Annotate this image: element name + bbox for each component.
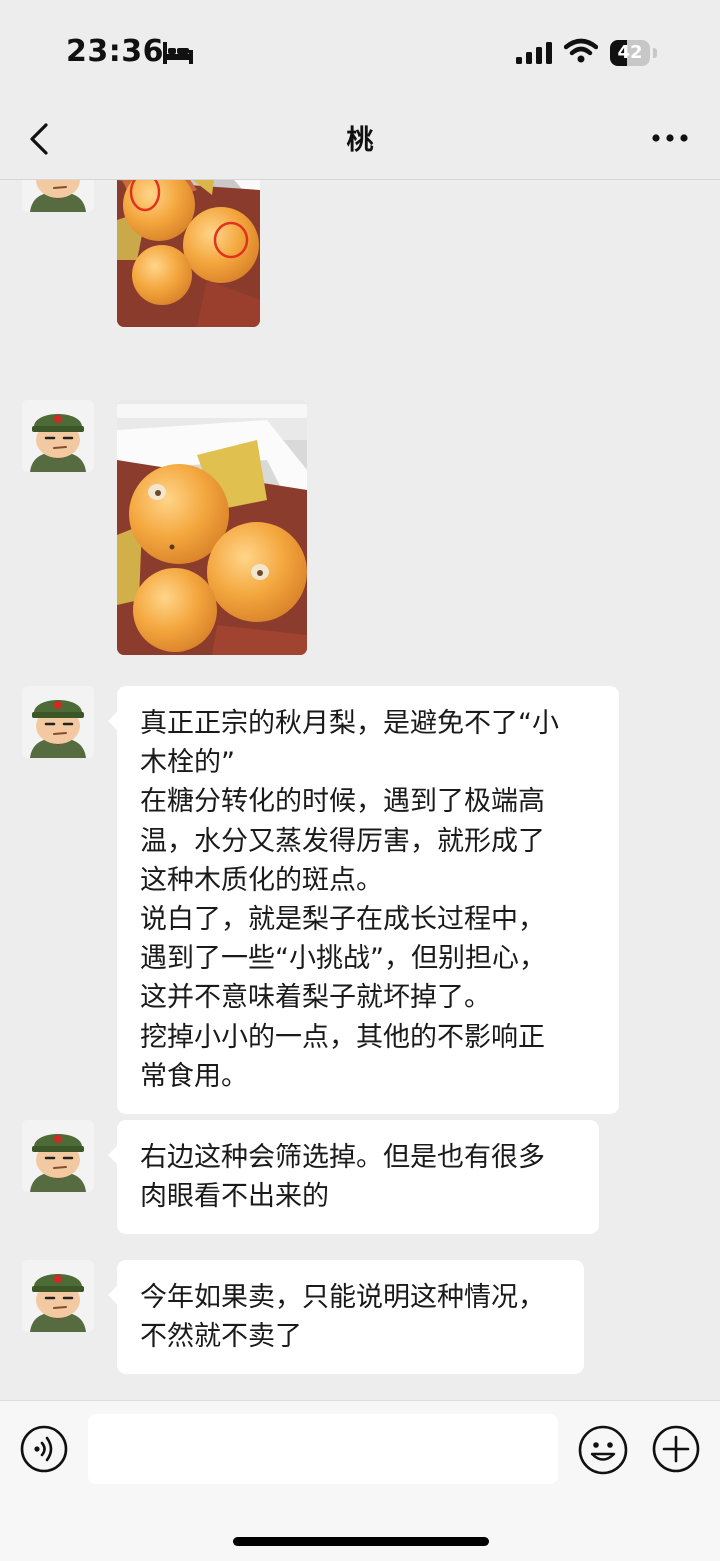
status-bar: 23:36 42 (0, 0, 720, 100)
battery-cap (653, 48, 657, 58)
contact-avatar[interactable] (22, 1260, 94, 1332)
contact-avatar[interactable] (22, 1120, 94, 1192)
battery-level: 42 (617, 42, 643, 63)
soldier-avatar-icon (22, 1120, 94, 1192)
pears-with-cork-spots-image (117, 400, 307, 655)
message-bubble[interactable]: 真正正宗的秋月梨，是避免不了“小 木栓的” 在糖分转化的时候，遇到了极端高 温，… (108, 686, 619, 1115)
soldier-avatar-icon (22, 400, 94, 472)
emoji-icon[interactable] (578, 1425, 628, 1475)
sleep-focus-icon (163, 42, 193, 64)
chat-header: 桃 (0, 100, 720, 180)
add-attachment-icon[interactable] (652, 1425, 700, 1473)
message-input[interactable] (88, 1414, 558, 1484)
voice-input-icon[interactable] (20, 1425, 68, 1473)
message-image-pears-spots[interactable] (117, 400, 307, 655)
contact-avatar[interactable] (22, 686, 94, 758)
soldier-avatar-icon (22, 180, 94, 212)
more-options-icon[interactable] (650, 130, 690, 146)
soldier-avatar-icon (22, 1260, 94, 1332)
message-image-pears-marked[interactable] (117, 180, 260, 327)
pears-with-circled-spots-image (117, 180, 260, 327)
contact-avatar[interactable] (22, 180, 94, 212)
cellular-signal-icon (516, 42, 552, 64)
chat-title: 桃 (346, 125, 374, 156)
status-time: 23:36 (66, 34, 164, 69)
input-bar (0, 1400, 720, 1561)
contact-avatar[interactable] (22, 400, 94, 472)
message-bubble[interactable]: 右边这种会筛选掉。但是也有很多 肉眼看不出来的 (108, 1120, 599, 1235)
soldier-avatar-icon (22, 686, 94, 758)
message-list[interactable]: 真正正宗的秋月梨，是避免不了“小 木栓的” 在糖分转化的时候，遇到了极端高 温，… (0, 180, 720, 1400)
message-bubble[interactable]: 今年如果卖，只能说明这种情况， 不然就不卖了 (108, 1260, 584, 1375)
wifi-icon (564, 38, 598, 63)
battery-icon: 42 (610, 40, 650, 66)
home-indicator[interactable] (233, 1537, 489, 1546)
